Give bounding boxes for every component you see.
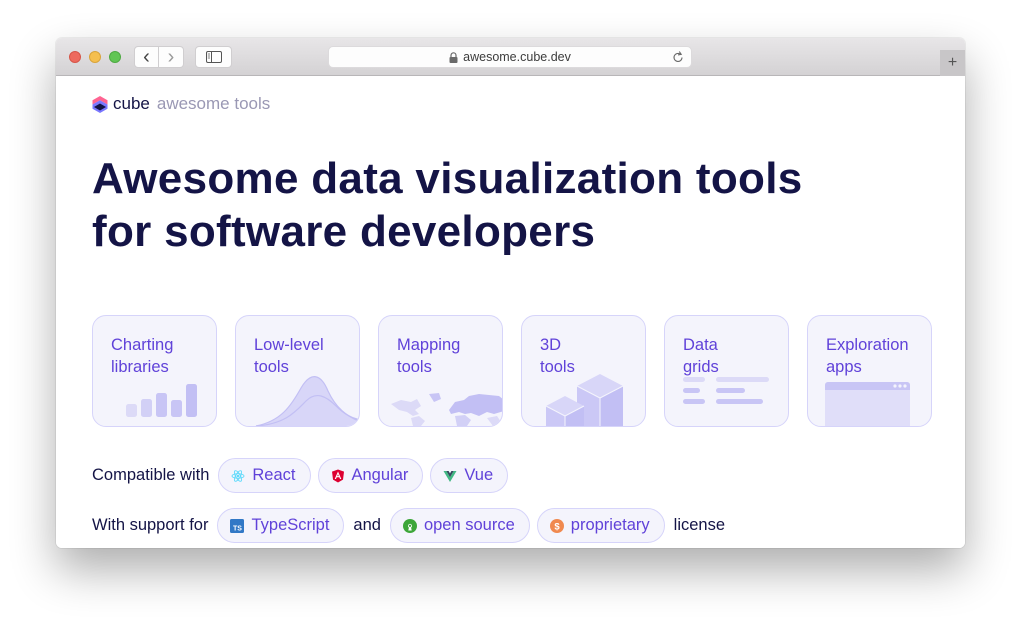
chip-react[interactable]: React (218, 458, 311, 493)
category-card-exploration-apps[interactable]: Exploration apps (807, 315, 932, 427)
chip-label: React (252, 466, 296, 484)
vue-icon (443, 470, 457, 482)
url-text: awesome.cube.dev (463, 50, 571, 64)
new-tab-button[interactable]: + (940, 50, 965, 76)
category-cards: Charting libraries Low-level tools Mappi… (92, 315, 932, 427)
category-card-data-grids[interactable]: Data grids (664, 315, 789, 427)
forward-button[interactable]: › (159, 46, 184, 68)
chip-label: TypeScript (251, 516, 330, 534)
svg-text:TS: TS (233, 525, 242, 532)
app-window-icon (825, 382, 910, 426)
support-label: With support for (92, 516, 209, 534)
reload-icon[interactable] (671, 50, 685, 64)
dollar-icon: $ (549, 518, 564, 533)
page-title: Awesome data visualization tools for sof… (92, 152, 803, 258)
open-source-icon (402, 518, 417, 533)
close-window-button[interactable] (69, 51, 81, 63)
address-bar[interactable]: awesome.cube.dev (328, 46, 692, 68)
plus-icon: + (947, 54, 958, 71)
minimize-window-button[interactable] (89, 51, 101, 63)
browser-window: ‹ › awesome.cube.dev + cube awesome tool… (56, 38, 965, 548)
angular-icon (331, 469, 344, 482)
react-icon (231, 469, 245, 482)
category-card-low-level-tools[interactable]: Low-level tools (235, 315, 360, 427)
chip-vue[interactable]: Vue (430, 458, 509, 493)
chip-label: open source (423, 516, 515, 534)
page-title-line-1: Awesome data visualization tools (92, 154, 803, 203)
world-map-icon (391, 393, 502, 426)
page-title-line-2: for software developers (92, 207, 596, 256)
chevron-right-icon: › (167, 46, 175, 68)
cube-logo-icon (92, 95, 108, 113)
browser-titlebar: ‹ › awesome.cube.dev + (56, 38, 965, 76)
cubes-icon (545, 374, 624, 426)
back-button[interactable]: ‹ (134, 46, 159, 68)
compatible-with-label: Compatible with (92, 466, 210, 484)
support-row: With support for TS TypeScript and open … (92, 508, 725, 543)
category-card-3d-tools[interactable]: 3D tools (521, 315, 646, 427)
chip-open-source[interactable]: open source (389, 508, 530, 543)
category-card-charting-libraries[interactable]: Charting libraries (92, 315, 217, 427)
sidebar-toggle-button[interactable] (195, 46, 232, 68)
svg-text:$: $ (554, 521, 560, 532)
chevron-left-icon: ‹ (143, 46, 150, 68)
bar-chart-icon (126, 384, 197, 417)
chip-proprietary[interactable]: $ proprietary (536, 508, 665, 543)
category-card-mapping-tools[interactable]: Mapping tools (378, 315, 503, 427)
chip-label: Angular (351, 466, 409, 484)
maximize-window-button[interactable] (109, 51, 121, 63)
lock-icon (449, 51, 458, 63)
distribution-curve-icon (255, 376, 359, 426)
compatible-with-row: Compatible with React Angular Vue (92, 458, 509, 493)
grid-rows-icon (683, 377, 769, 404)
typescript-icon: TS (230, 518, 245, 533)
brand-name: cube (113, 94, 150, 113)
page-content: cube awesome tools Awesome data visualiz… (56, 76, 965, 548)
conjunction-text: and (353, 516, 381, 534)
chip-label: Vue (464, 466, 494, 484)
chip-angular[interactable]: Angular (317, 458, 424, 493)
license-suffix-text: license (673, 516, 726, 534)
chip-typescript[interactable]: TS TypeScript (217, 508, 345, 543)
brand-logo-link[interactable]: cube awesome tools (92, 94, 270, 114)
brand-suffix: awesome tools (156, 94, 271, 113)
sidebar-icon (205, 51, 222, 63)
chip-label: proprietary (570, 516, 650, 534)
